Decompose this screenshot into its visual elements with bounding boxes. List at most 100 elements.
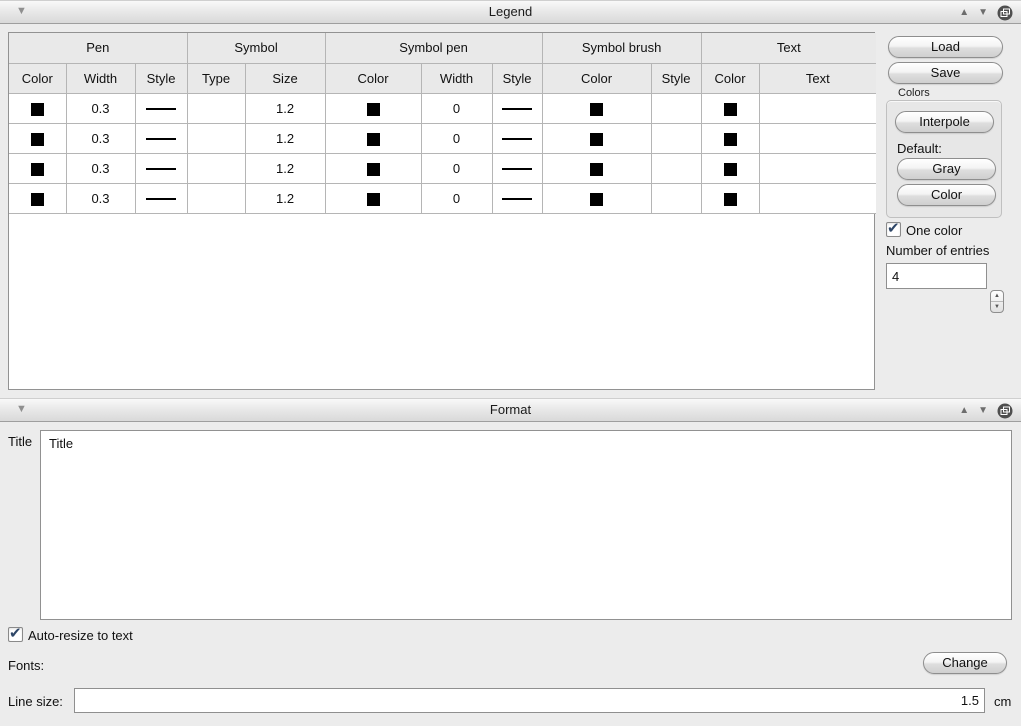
cell-pen-style[interactable] (135, 93, 187, 123)
color-swatch (31, 163, 44, 176)
entries-stepper: ▲ ▼ (990, 290, 1004, 313)
cell-pen-color[interactable] (9, 123, 66, 153)
group-header-symbol-pen: Symbol pen (325, 33, 542, 63)
legend-move-up-icon[interactable]: ▲ (959, 8, 969, 18)
legend-header-bar: ▼ Legend ▲ ▼ (0, 0, 1021, 24)
cell-symbol-size[interactable]: 1.2 (245, 93, 325, 123)
cell-symbol-size[interactable]: 1.2 (245, 123, 325, 153)
cell-symbol-pen-width[interactable]: 0 (421, 183, 492, 213)
cell-symbol-brush-style[interactable] (651, 93, 701, 123)
change-fonts-button[interactable]: Change (923, 652, 1007, 674)
cell-symbol-pen-style[interactable] (492, 153, 542, 183)
line-size-input[interactable] (74, 688, 985, 713)
cell-symbol-pen-color[interactable] (325, 153, 421, 183)
interpole-button[interactable]: Interpole (895, 111, 994, 133)
cell-pen-color[interactable] (9, 153, 66, 183)
line-style-sample (502, 198, 532, 200)
column-header-5-color: Color (325, 63, 421, 93)
format-panel-title: Format (0, 402, 1021, 417)
color-swatch (367, 193, 380, 206)
line-style-sample (146, 138, 176, 140)
cell-symbol-brush-color[interactable] (542, 123, 651, 153)
cell-symbol-pen-color[interactable] (325, 183, 421, 213)
auto-resize-label: Auto-resize to text (28, 628, 133, 643)
cell-symbol-type[interactable] (187, 123, 245, 153)
format-move-up-icon[interactable]: ▲ (959, 406, 969, 416)
cell-text[interactable] (759, 123, 876, 153)
cell-text[interactable] (759, 153, 876, 183)
color-swatch (724, 193, 737, 206)
cell-text-color[interactable] (701, 93, 759, 123)
cell-pen-style[interactable] (135, 123, 187, 153)
column-header-7-style: Style (492, 63, 542, 93)
legend-table-groups: PenSymbolSymbol penSymbol brushText (9, 33, 876, 63)
cell-text[interactable] (759, 93, 876, 123)
cell-symbol-type[interactable] (187, 93, 245, 123)
cell-symbol-brush-style[interactable] (651, 153, 701, 183)
cell-pen-width[interactable]: 0.3 (66, 123, 135, 153)
cell-pen-color[interactable] (9, 183, 66, 213)
cell-symbol-type[interactable] (187, 153, 245, 183)
color-swatch (367, 133, 380, 146)
line-size-label: Line size: (8, 694, 63, 709)
entries-stepper-down[interactable]: ▼ (991, 302, 1003, 313)
color-swatch (590, 193, 603, 206)
cell-symbol-size[interactable]: 1.2 (245, 153, 325, 183)
color-swatch (31, 103, 44, 116)
gray-button[interactable]: Gray (897, 158, 996, 180)
color-swatch (724, 133, 737, 146)
cell-pen-width[interactable]: 0.3 (66, 153, 135, 183)
legend-format-window: ▼ Legend ▲ ▼ PenSy (0, 0, 1021, 726)
legend-table-row: 0.3 1.2 0 (9, 183, 876, 213)
color-swatch (724, 163, 737, 176)
line-style-sample (502, 108, 532, 110)
cell-symbol-brush-color[interactable] (542, 153, 651, 183)
cell-symbol-pen-width[interactable]: 0 (421, 123, 492, 153)
format-move-down-icon[interactable]: ▼ (978, 406, 988, 416)
title-textarea[interactable]: Title (40, 430, 1012, 620)
cell-text-color[interactable] (701, 153, 759, 183)
column-header-9-style: Style (651, 63, 701, 93)
cell-symbol-pen-color[interactable] (325, 93, 421, 123)
cell-pen-color[interactable] (9, 93, 66, 123)
save-button[interactable]: Save (888, 62, 1003, 84)
cell-symbol-pen-style[interactable] (492, 93, 542, 123)
color-swatch (367, 103, 380, 116)
format-float-window-icon[interactable] (997, 403, 1013, 419)
cell-symbol-pen-color[interactable] (325, 123, 421, 153)
cell-text-color[interactable] (701, 123, 759, 153)
column-header-4-size: Size (245, 63, 325, 93)
cell-symbol-brush-color[interactable] (542, 183, 651, 213)
line-style-sample (502, 168, 532, 170)
line-style-sample (146, 168, 176, 170)
entries-stepper-up[interactable]: ▲ (991, 291, 1003, 302)
cell-pen-width[interactable]: 0.3 (66, 93, 135, 123)
color-swatch (367, 163, 380, 176)
auto-resize-checkbox[interactable] (8, 627, 23, 642)
cell-pen-style[interactable] (135, 183, 187, 213)
cell-pen-width[interactable]: 0.3 (66, 183, 135, 213)
color-swatch (590, 103, 603, 116)
one-color-checkbox[interactable] (886, 222, 901, 237)
legend-table: PenSymbolSymbol penSymbol brushText Colo… (9, 33, 876, 214)
load-button[interactable]: Load (888, 36, 1003, 58)
cell-text-color[interactable] (701, 183, 759, 213)
color-button[interactable]: Color (897, 184, 996, 206)
cell-symbol-size[interactable]: 1.2 (245, 183, 325, 213)
legend-table-row: 0.3 1.2 0 (9, 93, 876, 123)
cell-symbol-brush-color[interactable] (542, 93, 651, 123)
legend-move-down-icon[interactable]: ▼ (978, 8, 988, 18)
number-of-entries-input[interactable] (886, 263, 987, 289)
cell-symbol-pen-style[interactable] (492, 183, 542, 213)
cell-symbol-type[interactable] (187, 183, 245, 213)
cell-pen-style[interactable] (135, 153, 187, 183)
cell-symbol-pen-style[interactable] (492, 123, 542, 153)
cell-symbol-brush-style[interactable] (651, 123, 701, 153)
one-color-label: One color (906, 223, 962, 238)
cell-text[interactable] (759, 183, 876, 213)
cell-symbol-pen-width[interactable]: 0 (421, 93, 492, 123)
cell-symbol-brush-style[interactable] (651, 183, 701, 213)
cell-symbol-pen-width[interactable]: 0 (421, 153, 492, 183)
legend-table-container: PenSymbolSymbol penSymbol brushText Colo… (8, 32, 875, 390)
legend-float-window-icon[interactable] (997, 5, 1013, 21)
